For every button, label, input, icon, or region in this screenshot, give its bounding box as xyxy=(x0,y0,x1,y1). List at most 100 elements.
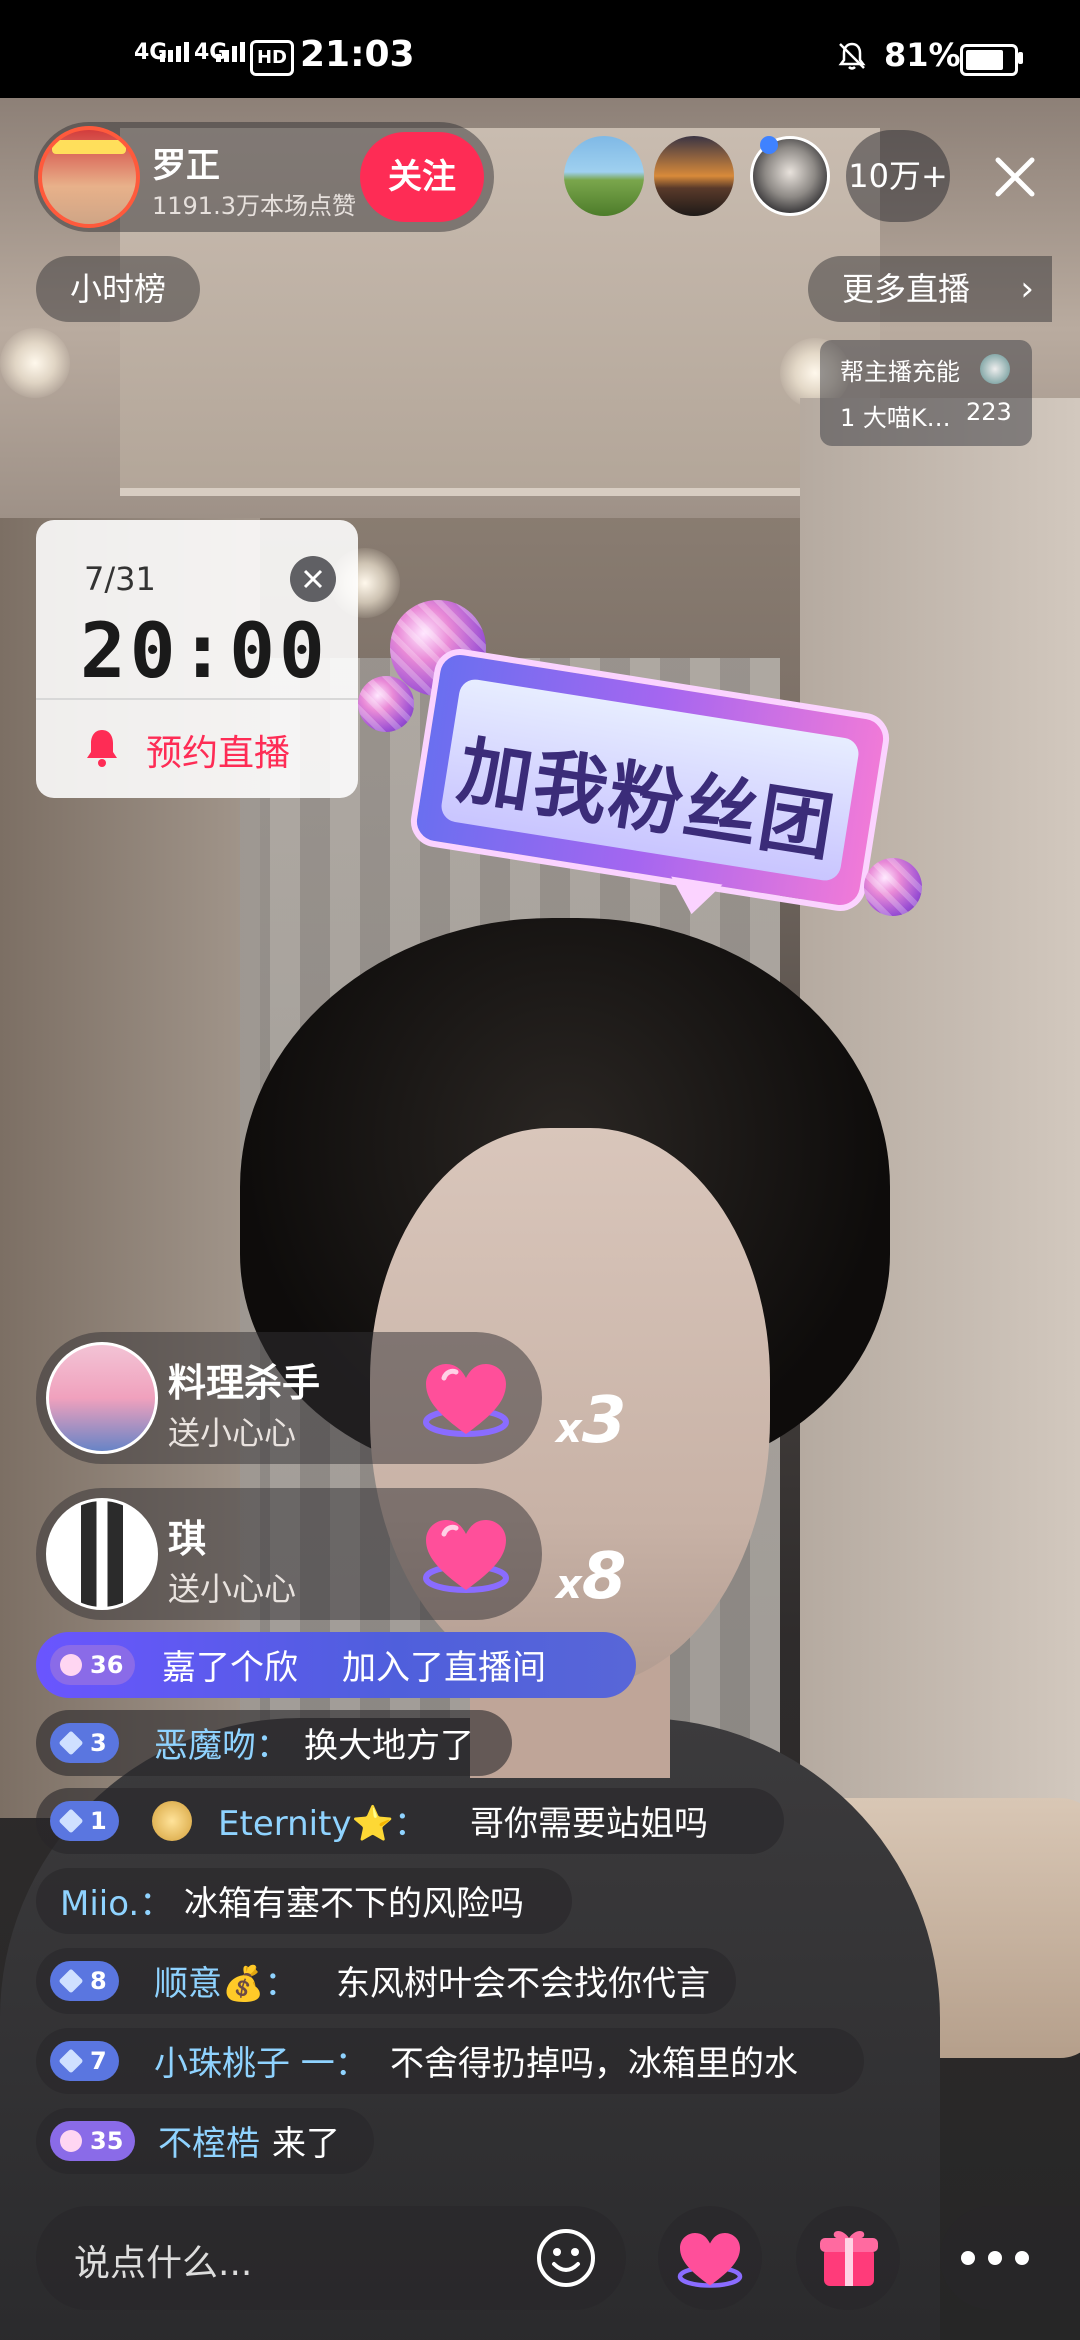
disco-ball-icon xyxy=(358,676,414,732)
chat-text: 冰箱有塞不下的风险吗 xyxy=(184,1884,524,1924)
battery-percent: 81% xyxy=(884,36,961,74)
level-gem-icon xyxy=(58,2048,84,2074)
close-icon[interactable] xyxy=(290,556,336,602)
gift-user-avatar[interactable] xyxy=(46,1342,158,1454)
status-time: 21:03 xyxy=(300,34,415,75)
heart-gift-icon xyxy=(423,1520,509,1593)
fan-club-text: 加我粉丝团 xyxy=(452,727,842,872)
gift-count: x8 xyxy=(556,1540,626,1614)
charge-user: 1 大喵K… xyxy=(840,404,951,432)
divider xyxy=(36,698,358,700)
comment-placeholder: 说点什么... xyxy=(74,2243,253,2284)
heart-gift-icon xyxy=(423,1364,509,1437)
bell-icon xyxy=(87,730,117,767)
chat-user: 嘉了个欣 xyxy=(162,1648,298,1688)
fan-medal-icon xyxy=(152,1801,192,1841)
bell-off-icon xyxy=(838,42,866,70)
status-bar: 4G 4G HD 21:03 81% xyxy=(0,0,1080,98)
gift-user-name: 料理杀手 xyxy=(168,1361,321,1405)
level-badge: 1 xyxy=(50,1801,119,1841)
level-gem-icon xyxy=(58,1808,84,1834)
level-gem-icon xyxy=(58,1968,84,1994)
chat-message[interactable]: 3 恶魔吻： 换大地方了 xyxy=(36,1710,512,1776)
ceiling-light xyxy=(0,328,70,398)
gift-count: x3 xyxy=(556,1384,626,1458)
level-badge: 3 xyxy=(50,1723,119,1763)
gift-box-icon xyxy=(820,2231,878,2286)
level-number: 1 xyxy=(90,1807,107,1835)
chat-join-message[interactable]: 36 嘉了个欣 加入了直播间 xyxy=(36,1632,636,1698)
level-badge: 36 xyxy=(50,1645,136,1685)
close-icon[interactable] xyxy=(984,146,1046,208)
chat-message[interactable]: 8 顺意💰： 东风树叶会不会找你代言 xyxy=(36,1948,736,2014)
gift-user-avatar[interactable] xyxy=(46,1498,158,1610)
charge-value: 223 xyxy=(966,398,1012,426)
gift-button[interactable] xyxy=(796,2206,900,2310)
level-number: 7 xyxy=(90,2047,107,2075)
chat-user: 顺意💰： xyxy=(154,1964,299,2004)
level-gem-icon xyxy=(60,1654,82,1676)
hourly-rank-chip[interactable]: 小时榜 xyxy=(36,256,200,322)
host-charge-panel[interactable]: 帮主播充能 1 大喵K… 223 xyxy=(820,340,1032,446)
level-number: 3 xyxy=(90,1729,107,1757)
more-button[interactable] xyxy=(940,2206,1080,2310)
gift-count-value: 8 xyxy=(581,1540,627,1614)
chat-arrival-message[interactable]: 35 不榁梏 来了 xyxy=(36,2108,374,2174)
chat-user: Miio.： xyxy=(60,1884,174,1924)
chat-message[interactable]: 7 小珠桃子 一： 不舍得扔掉吗，冰箱里的水 xyxy=(36,2028,864,2094)
level-badge: 8 xyxy=(50,1961,119,2001)
gift-count-x: x xyxy=(556,1562,582,1608)
battery-level xyxy=(966,50,1003,70)
chat-text: 换大地方了 xyxy=(304,1726,474,1766)
signal-bars-icon xyxy=(160,42,189,62)
viewer-badge xyxy=(760,136,778,154)
viewer-avatar[interactable] xyxy=(564,136,644,216)
chat-message[interactable]: Miio.： 冰箱有塞不下的风险吗 xyxy=(36,1868,572,1934)
level-badge: 7 xyxy=(50,2041,119,2081)
level-badge: 35 xyxy=(50,2121,136,2161)
chat-message[interactable]: 1 Eternity⭐： 哥你需要站姐吗 xyxy=(36,1788,784,1854)
chat-user: 不榁梏 xyxy=(158,2124,260,2164)
battery-tip xyxy=(1018,52,1023,64)
viewer-avatar[interactable] xyxy=(654,136,734,216)
level-number: 36 xyxy=(90,1651,124,1679)
more-live-label: 更多直播 xyxy=(842,270,971,308)
chat-text: 哥你需要站姐吗 xyxy=(470,1804,708,1844)
follow-button[interactable]: 关注 xyxy=(360,132,484,222)
gift-count-value: 3 xyxy=(581,1384,627,1458)
level-gem-icon xyxy=(58,1730,84,1756)
charge-title: 帮主播充能 xyxy=(840,358,960,386)
gift-action: 送小心心 xyxy=(168,1414,297,1452)
chevron-right-icon: › xyxy=(1020,269,1034,309)
emoji-icon[interactable] xyxy=(534,2226,598,2290)
chat-text: 加入了直播间 xyxy=(342,1648,546,1688)
gift-action: 送小心心 xyxy=(168,1570,297,1608)
gift-user-name: 琪 xyxy=(168,1517,207,1561)
host-likes: 1191.3万本场点赞 xyxy=(152,192,356,220)
level-number: 8 xyxy=(90,1967,107,1995)
hd-voice-icon: HD xyxy=(250,40,294,76)
schedule-date: 7/31 xyxy=(84,560,156,598)
schedule-time: 20:00 xyxy=(80,606,329,695)
like-button[interactable] xyxy=(658,2206,762,2310)
level-gem-icon xyxy=(60,2130,82,2152)
fan-banner-inner: 加我粉丝团 xyxy=(439,677,861,883)
signal-bars-icon xyxy=(216,42,245,62)
more-icon xyxy=(961,2251,1029,2265)
viewer-count-button[interactable]: 10万+ xyxy=(846,130,950,222)
chat-user: 恶魔吻： xyxy=(154,1726,290,1766)
host-info-pill[interactable]: 罗正 1191.3万本场点赞 关注 xyxy=(34,122,494,232)
comment-input[interactable]: 说点什么... xyxy=(36,2206,626,2310)
reserve-live-button[interactable]: 预约直播 xyxy=(146,724,290,776)
chat-text: 东风树叶会不会找你代言 xyxy=(336,1964,710,2004)
host-avatar[interactable] xyxy=(38,126,140,228)
chat-user: 小珠桃子 一： xyxy=(154,2044,369,2084)
more-live-button[interactable]: 更多直播 › xyxy=(808,256,1052,322)
host-name: 罗正 xyxy=(152,146,220,186)
chat-text: 来了 xyxy=(272,2124,340,2164)
chat-text: 不舍得扔掉吗，冰箱里的水 xyxy=(390,2044,798,2084)
battery-icon xyxy=(960,44,1018,76)
level-number: 35 xyxy=(90,2127,124,2155)
chat-user: Eternity⭐： xyxy=(218,1804,428,1844)
disco-ball-icon xyxy=(864,858,922,916)
